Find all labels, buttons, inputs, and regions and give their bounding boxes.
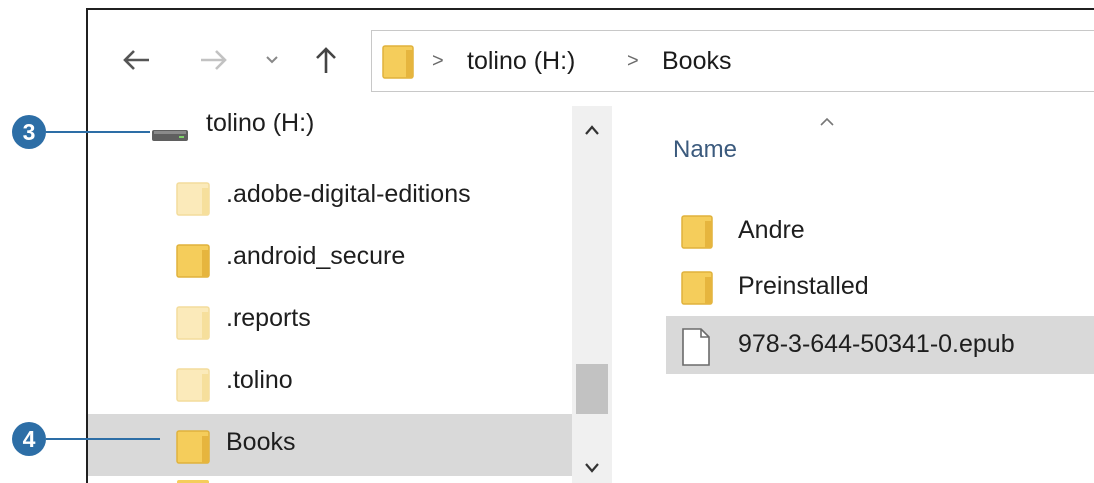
hidden-folder-icon	[176, 182, 210, 216]
nav-item-label: Books	[226, 428, 296, 456]
list-item-label: Preinstalled	[738, 272, 869, 300]
callout-leader-line	[46, 438, 160, 440]
breadcrumb-separator: >	[627, 50, 639, 72]
nav-scrollbar[interactable]	[572, 106, 612, 483]
scroll-thumb[interactable]	[576, 364, 608, 414]
arrow-right-icon	[201, 50, 227, 70]
folder-icon	[382, 45, 414, 79]
list-item-epub-file[interactable]: 978-3-644-50341-0.epub	[666, 316, 1094, 374]
callout-number: 4	[12, 422, 46, 456]
chevron-up-icon	[585, 125, 599, 135]
hidden-folder-icon	[176, 368, 210, 402]
nav-item-partial[interactable]	[88, 476, 572, 483]
folder-icon	[177, 480, 209, 483]
recent-locations-button[interactable]	[258, 36, 286, 84]
nav-item-label: tolino (H:)	[206, 109, 315, 137]
chevron-down-icon	[266, 56, 278, 64]
document-icon	[682, 328, 710, 366]
arrow-left-icon	[123, 50, 149, 70]
scroll-down-button[interactable]	[572, 458, 612, 479]
address-bar[interactable]: > tolino (H:) > Books	[371, 30, 1094, 92]
up-button[interactable]	[306, 36, 346, 84]
nav-item-android-secure[interactable]: .android_secure	[88, 228, 572, 290]
callout-3: 3	[0, 115, 210, 149]
nav-item-tolino-folder[interactable]: .tolino	[88, 352, 572, 414]
hidden-folder-icon	[176, 306, 210, 340]
list-item-label: Andre	[738, 216, 805, 244]
arrow-up-icon	[316, 47, 336, 73]
file-explorer-window: > tolino (H:) > Books tolino (H:) .adobe…	[86, 8, 1094, 483]
sort-ascending-icon	[819, 110, 835, 131]
chevron-down-icon	[585, 463, 599, 473]
file-list-pane: Name Andre Preinstalled 978-3-644-50341-…	[611, 106, 1094, 483]
list-item-andre[interactable]: Andre	[666, 202, 1094, 260]
breadcrumb-tolino[interactable]: tolino (H:)	[467, 47, 575, 76]
nav-item-adobe-digital-editions[interactable]: .adobe-digital-editions	[88, 166, 572, 228]
nav-item-label: .tolino	[226, 366, 293, 394]
folder-icon	[681, 271, 713, 305]
breadcrumb-books[interactable]: Books	[662, 47, 731, 76]
callout-leader-line	[46, 131, 150, 133]
nav-item-label: .adobe-digital-editions	[226, 180, 471, 208]
column-header-name[interactable]: Name	[673, 136, 737, 164]
folder-icon	[176, 244, 210, 278]
list-item-label: 978-3-644-50341-0.epub	[738, 330, 1015, 358]
nav-item-reports[interactable]: .reports	[88, 290, 572, 352]
callout-number: 3	[12, 115, 46, 149]
list-item-preinstalled[interactable]: Preinstalled	[666, 258, 1094, 316]
folder-icon	[681, 215, 713, 249]
scroll-up-button[interactable]	[572, 120, 612, 141]
breadcrumb-separator: >	[432, 50, 444, 72]
back-button[interactable]	[114, 36, 158, 84]
forward-button[interactable]	[192, 36, 236, 84]
nav-item-label: .reports	[226, 304, 311, 332]
callout-4: 4	[0, 422, 210, 456]
nav-item-label: .android_secure	[226, 242, 406, 270]
navigation-bar: > tolino (H:) > Books	[88, 10, 1094, 106]
